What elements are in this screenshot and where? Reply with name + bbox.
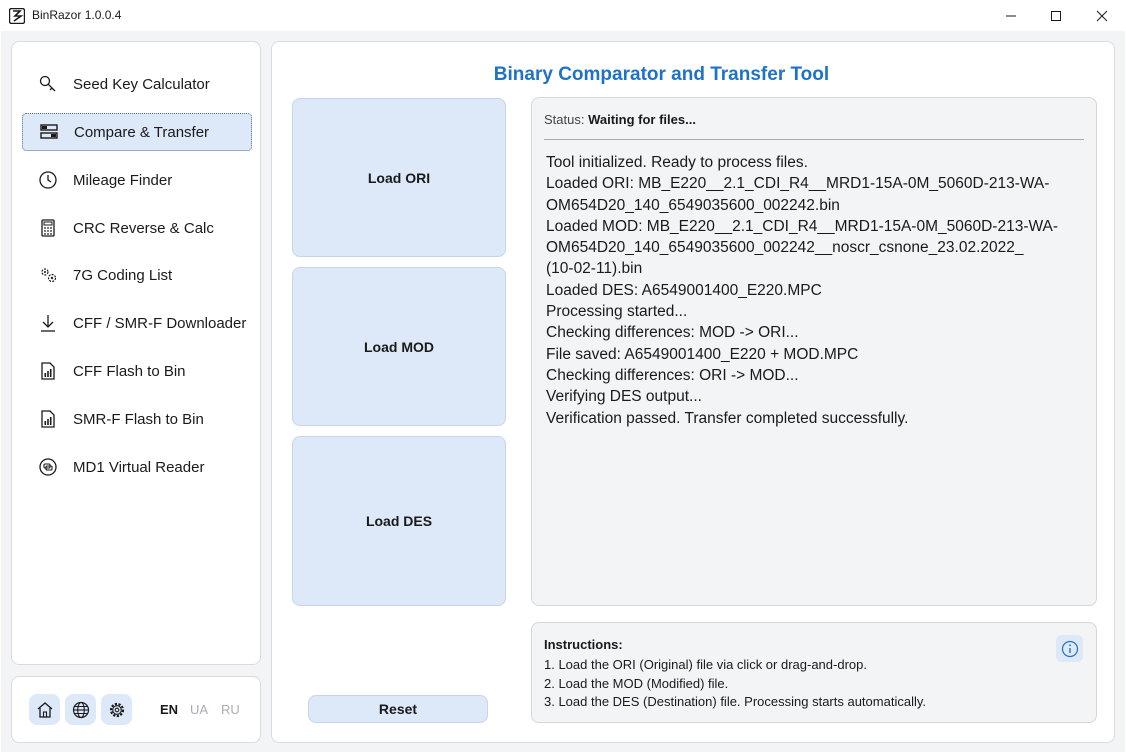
log-line: Checking differences: MOD -> ORI... (546, 324, 799, 342)
log-line: File saved: A6549001400_E220 + MOD.MPC (546, 345, 859, 363)
instructions-title: Instructions: (544, 637, 623, 652)
status-line: Status: Waiting for files... (544, 112, 696, 127)
sidebar-item-label: CRC Reverse & Calc (73, 219, 214, 237)
compare-icon (38, 121, 60, 143)
window-title: BinRazor 1.0.0.4 (32, 8, 122, 22)
gears-icon (37, 264, 59, 286)
info-icon (1061, 640, 1078, 657)
sidebar-item-crc-reverse-calc[interactable]: CRC Reverse & Calc (22, 209, 252, 247)
load-mod-button[interactable]: Load MOD (292, 267, 506, 426)
app-logo-icon (9, 8, 25, 24)
page-title: Binary Comparator and Transfer Tool (493, 64, 830, 85)
language-en[interactable]: EN (160, 702, 178, 717)
log-output: Tool initialized. Ready to process files… (546, 152, 1076, 429)
instructions-panel: Instructions: 1. Load the ORI (Original)… (531, 622, 1097, 723)
close-icon (1096, 10, 1108, 21)
reset-button[interactable]: Reset (308, 695, 488, 723)
language-ru[interactable]: RU (221, 702, 240, 717)
sidebar-item-compare-transfer[interactable]: Compare & Transfer (22, 113, 252, 151)
instruction-step: 2. Load the MOD (Modified) file. (544, 675, 729, 691)
sidebar-item-label: CFF / SMR-F Downloader (73, 314, 247, 332)
instructions-list: 1. Load the ORI (Original) file via clic… (544, 656, 926, 712)
log-line: OM654D20_140_6549035600_002242.bin (546, 196, 840, 214)
language-ua[interactable]: UA (190, 702, 208, 717)
sidebar-item-label: 7G Coding List (73, 266, 173, 284)
log-line: Tool initialized. Ready to process files… (546, 154, 808, 171)
reader-icon (37, 456, 59, 478)
log-line: Loaded ORI: MB_E220__2.1_CDI_R4__MRD1-15… (546, 175, 1050, 193)
info-button[interactable] (1056, 635, 1083, 662)
title-bar: BinRazor 1.0.0.4 (0, 0, 1126, 31)
language-button[interactable] (65, 694, 96, 725)
sidebar-item-md1-virtual-reader[interactable]: MD1 Virtual Reader (22, 448, 252, 486)
settings-icon (109, 702, 124, 717)
divider (544, 139, 1084, 140)
log-line: Checking differences: ORI -> MOD... (546, 366, 799, 384)
calculator-icon (37, 217, 59, 239)
log-line: Loaded MOD: MB_E220__2.1_CDI_R4__MRD1-15… (546, 217, 1059, 235)
sidebar-item-7g-coding-list[interactable]: 7G Coding List (22, 256, 252, 294)
sidebar-item-label: Mileage Finder (73, 171, 173, 189)
sidebar-item-label: Compare & Transfer (74, 123, 210, 141)
file-chart-icon (37, 360, 59, 382)
log-line: Verifying DES output... (546, 388, 702, 406)
download-icon (37, 312, 59, 334)
file-chart-icon (37, 408, 59, 430)
sidebar-item-mileage-finder[interactable]: Mileage Finder (22, 161, 252, 199)
log-line: Loaded DES: A6549001400_E220.MPC (546, 281, 822, 299)
home-icon (37, 701, 52, 718)
maximize-icon (1051, 10, 1061, 21)
log-line: Verification passed. Transfer completed … (546, 409, 909, 427)
home-button[interactable] (29, 694, 60, 725)
sidebar-item-cff-smr-f-downloader[interactable]: CFF / SMR-F Downloader (22, 304, 252, 342)
settings-button[interactable] (101, 694, 132, 725)
log-line: Processing started... (546, 303, 688, 321)
load-des-button[interactable]: Load DES (292, 436, 506, 606)
globe-icon (72, 701, 89, 718)
close-button[interactable] (1079, 0, 1125, 31)
sidebar-footer: EN UA RU (11, 676, 261, 743)
sidebar-item-cff-flash-to-bin[interactable]: CFF Flash to Bin (22, 352, 252, 390)
sidebar-item-label: MD1 Virtual Reader (73, 458, 205, 476)
clock-icon (37, 169, 59, 191)
sidebar-item-label: SMR-F Flash to Bin (73, 410, 204, 428)
load-ori-button[interactable]: Load ORI (292, 98, 506, 257)
sidebar-item-smr-f-flash-to-bin[interactable]: SMR-F Flash to Bin (22, 400, 252, 438)
log-line: (10-02-11).bin (546, 260, 643, 278)
status-label: Status: (544, 112, 585, 127)
log-line: OM654D20_140_6549035600_002242__noscr_cs… (546, 239, 1024, 257)
maximize-button[interactable] (1033, 0, 1079, 31)
sidebar: Seed Key Calculator Compare & Transfer M… (11, 41, 261, 665)
sidebar-item-label: CFF Flash to Bin (73, 362, 186, 380)
status-value: Waiting for files... (588, 112, 696, 127)
instruction-step: 1. Load the ORI (Original) file via clic… (544, 657, 867, 672)
minimize-icon (1006, 15, 1016, 16)
main-panel: Binary Comparator and Transfer Tool Load… (271, 41, 1115, 743)
minimize-button[interactable] (988, 0, 1034, 31)
log-panel: Status: Waiting for files... Tool initia… (531, 97, 1097, 606)
instruction-step: 3. Load the DES (Destination) file. Proc… (544, 694, 926, 710)
